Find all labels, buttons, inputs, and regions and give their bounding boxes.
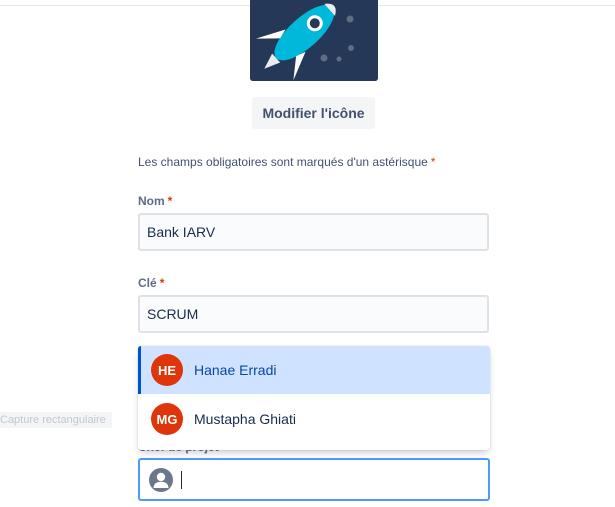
- suggestion-option-hanae-erradi[interactable]: HE Hanae Erradi: [138, 346, 490, 394]
- required-marker: *: [430, 155, 436, 169]
- key-field[interactable]: SCRUM: [138, 295, 489, 333]
- name-label: Nom *: [138, 194, 172, 208]
- key-label-text: Clé: [138, 276, 157, 290]
- user-initials-avatar: HE: [151, 354, 183, 386]
- project-avatar[interactable]: [250, 0, 378, 81]
- user-avatar-icon: [149, 468, 173, 492]
- background-tooltip-text: Capture rectangulaire: [0, 412, 112, 428]
- user-suggestions-dropdown: HE Hanae Erradi MG Mustapha Ghiati: [138, 346, 490, 450]
- name-required-marker: *: [167, 194, 173, 208]
- change-icon-button[interactable]: Modifier l'icône: [252, 97, 375, 129]
- text-caret: [181, 471, 182, 489]
- required-fields-note: Les champs obligatoires sont marqués d'u…: [138, 155, 435, 169]
- rocket-icon: [250, 0, 378, 81]
- suggestion-name: Hanae Erradi: [194, 362, 277, 378]
- key-required-marker: *: [159, 276, 165, 290]
- key-label: Clé *: [138, 276, 164, 290]
- suggestion-name: Mustapha Ghiati: [194, 411, 296, 427]
- name-field[interactable]: Bank IARV: [138, 213, 489, 251]
- project-lead-input[interactable]: [138, 458, 490, 501]
- name-label-text: Nom: [138, 194, 165, 208]
- suggestion-option-mustapha-ghiati[interactable]: MG Mustapha Ghiati: [138, 395, 490, 443]
- required-note-text: Les champs obligatoires sont marqués d'u…: [138, 155, 428, 169]
- user-initials-avatar: MG: [151, 403, 183, 435]
- project-settings-page: Modifier l'icône Les champs obligatoires…: [0, 0, 615, 507]
